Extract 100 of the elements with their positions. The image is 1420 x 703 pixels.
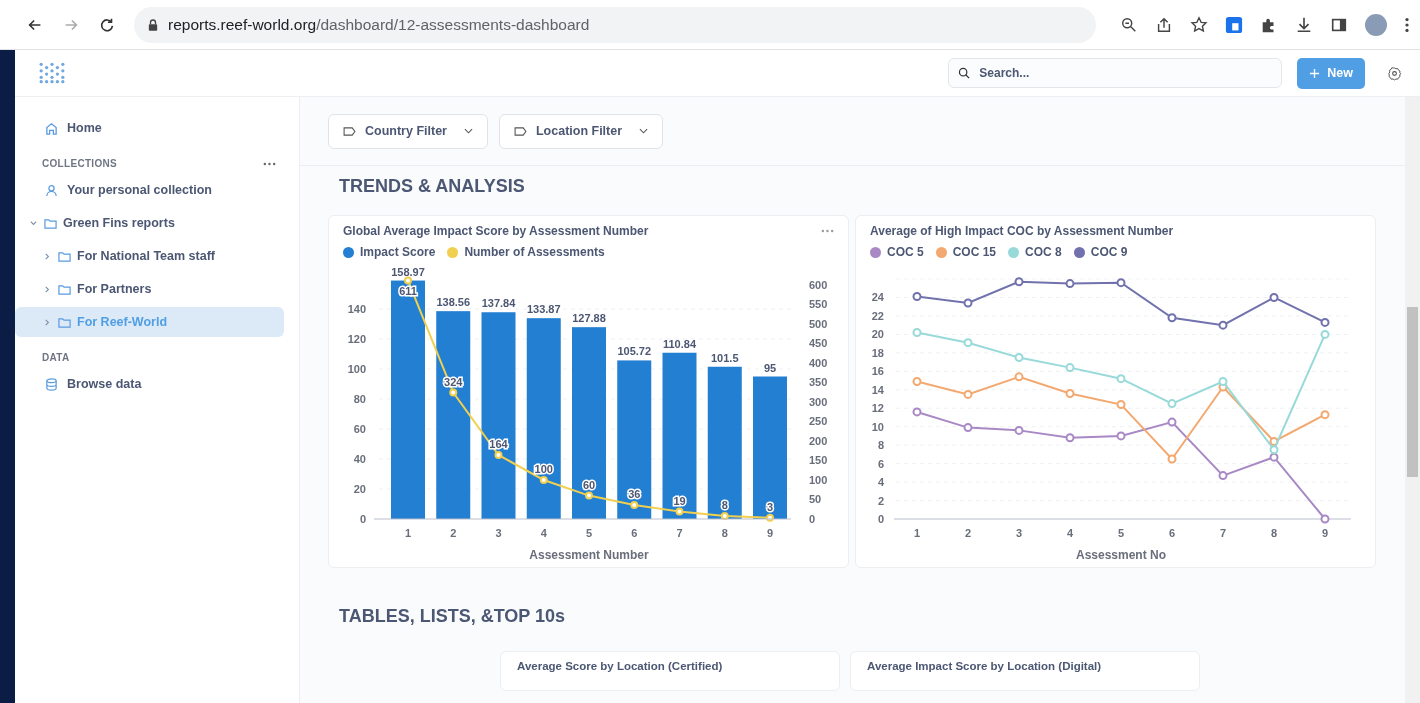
axis-tick-label: 450 bbox=[809, 337, 828, 350]
lock-icon bbox=[148, 18, 158, 31]
axis-tick-label: 350 bbox=[809, 376, 828, 389]
axis-tick-label: 22 bbox=[871, 309, 884, 322]
chevron-icon[interactable] bbox=[43, 251, 52, 261]
axis-tick-label: 600 bbox=[809, 278, 828, 291]
data-point bbox=[1014, 352, 1024, 362]
legend-label[interactable]: COC 9 bbox=[1090, 245, 1128, 259]
data-label: 164 bbox=[489, 438, 508, 450]
axis-tick-label: 8 bbox=[721, 527, 728, 539]
axis-tick-label: 0 bbox=[359, 513, 366, 525]
search-field[interactable]: Search... bbox=[948, 58, 1283, 88]
legend-label[interactable]: Number of Assessments bbox=[464, 245, 605, 259]
nav-item[interactable]: Browse data bbox=[15, 369, 284, 399]
data-point bbox=[1167, 454, 1177, 464]
legend-label[interactable]: COC 15 bbox=[952, 245, 997, 259]
axis-tick-label: 2 bbox=[964, 527, 972, 539]
data-point bbox=[1167, 313, 1177, 323]
nav-item[interactable]: Home bbox=[15, 113, 284, 143]
data-label: 133.87 bbox=[526, 303, 561, 316]
data-point bbox=[1116, 374, 1126, 384]
folder-icon bbox=[58, 282, 71, 296]
data-point bbox=[1014, 372, 1024, 382]
data-point bbox=[1218, 320, 1228, 330]
axis-tick-label: 120 bbox=[347, 333, 366, 345]
nav-item[interactable]: Your personal collection bbox=[15, 175, 284, 205]
axis-tick-label: 24 bbox=[871, 291, 884, 304]
filter-dropdown[interactable]: Country Filter bbox=[328, 113, 488, 149]
data-point bbox=[1116, 400, 1126, 410]
data-point bbox=[1320, 317, 1330, 327]
section-heading: DATA bbox=[42, 352, 70, 363]
data-point bbox=[1269, 445, 1279, 455]
axis-title: Assessment No bbox=[1076, 548, 1166, 562]
data-point bbox=[1269, 292, 1279, 302]
chevron-icon[interactable] bbox=[29, 218, 38, 228]
data-point bbox=[1320, 329, 1330, 339]
axis-tick-label: 80 bbox=[353, 393, 366, 405]
folder-item[interactable]: For National Team staff bbox=[15, 241, 284, 271]
data-label: 100 bbox=[534, 463, 553, 475]
legend-label[interactable]: COC 5 bbox=[887, 245, 924, 259]
axis-tick-label: 550 bbox=[809, 298, 828, 311]
data-point bbox=[1065, 433, 1075, 443]
axis-tick-label: 50 bbox=[809, 493, 822, 506]
axis-tick-label: 18 bbox=[871, 346, 884, 359]
axis-tick-label: 20 bbox=[871, 328, 884, 341]
scroll-thumb[interactable] bbox=[1407, 307, 1418, 477]
data-point bbox=[1269, 436, 1279, 446]
data-point bbox=[1167, 417, 1177, 427]
data-point bbox=[630, 500, 639, 509]
axis-tick-label: 5 bbox=[1117, 527, 1125, 539]
axis-tick-label: 60 bbox=[353, 423, 366, 435]
axis-tick-label: 300 bbox=[809, 395, 828, 408]
filter-dropdown[interactable]: Location Filter bbox=[498, 113, 664, 149]
data-point bbox=[404, 276, 412, 285]
data-label: 36 bbox=[628, 487, 641, 500]
data-point bbox=[912, 328, 922, 338]
data-point bbox=[494, 451, 503, 459]
axis-title: Assessment Number bbox=[529, 548, 649, 562]
axis-tick-label: 0 bbox=[877, 513, 884, 525]
zoom-icon[interactable] bbox=[1120, 15, 1138, 34]
caret-icon bbox=[639, 128, 649, 134]
axis-tick-label: 6 bbox=[877, 457, 884, 470]
axis-tick-label: 12 bbox=[871, 402, 884, 415]
section-title: TRENDS & ANALYSIS bbox=[338, 175, 526, 198]
address-bar[interactable]: reports.reef-world.org/dashboard/12-assessments-dashboard bbox=[134, 6, 1096, 43]
legend-label[interactable]: Impact Score bbox=[360, 245, 436, 259]
axis-tick-label: 5 bbox=[585, 527, 593, 539]
star-icon[interactable] bbox=[1190, 15, 1208, 34]
search-icon bbox=[958, 67, 971, 79]
legend-label[interactable]: COC 8 bbox=[1025, 245, 1062, 259]
avatar-icon[interactable] bbox=[1365, 13, 1387, 36]
data-label: 19 bbox=[673, 494, 686, 507]
extension-icon[interactable] bbox=[1225, 15, 1243, 34]
data-label: 138.56 bbox=[436, 296, 471, 309]
data-point bbox=[720, 511, 729, 520]
more-icon[interactable] bbox=[263, 161, 276, 166]
axis-tick-label: 6 bbox=[1168, 527, 1176, 539]
axis-tick-label: 40 bbox=[353, 453, 366, 465]
more-icon[interactable] bbox=[1404, 15, 1410, 34]
download-icon[interactable] bbox=[1295, 15, 1313, 34]
chart-title: Average of High Impact COC by Assessment Number bbox=[870, 224, 1174, 238]
share-icon[interactable] bbox=[1155, 15, 1173, 34]
scrollbar[interactable] bbox=[1405, 97, 1420, 703]
settings-icon[interactable] bbox=[1387, 65, 1402, 81]
section-heading: COLLECTIONS bbox=[42, 158, 117, 169]
axis-tick-label: 0 bbox=[809, 513, 816, 525]
folder-item[interactable]: Green Fins reports bbox=[15, 208, 284, 238]
data-label: 110.84 bbox=[663, 337, 696, 350]
axis-tick-label: 9 bbox=[1321, 527, 1329, 539]
data-label: 95 bbox=[763, 361, 777, 374]
data-label: 105.72 bbox=[617, 345, 652, 358]
folder-item[interactable]: For Partners bbox=[15, 274, 284, 304]
chevron-icon[interactable] bbox=[43, 284, 52, 294]
person-icon bbox=[45, 183, 58, 197]
section-title: TABLES, LISTS, &TOP 10s bbox=[338, 605, 567, 628]
tag-icon bbox=[343, 126, 356, 136]
data-point bbox=[912, 407, 922, 417]
axis-tick-label: 150 bbox=[809, 454, 828, 467]
axis-tick-label: 1 bbox=[404, 527, 412, 539]
caret-icon bbox=[463, 128, 473, 134]
